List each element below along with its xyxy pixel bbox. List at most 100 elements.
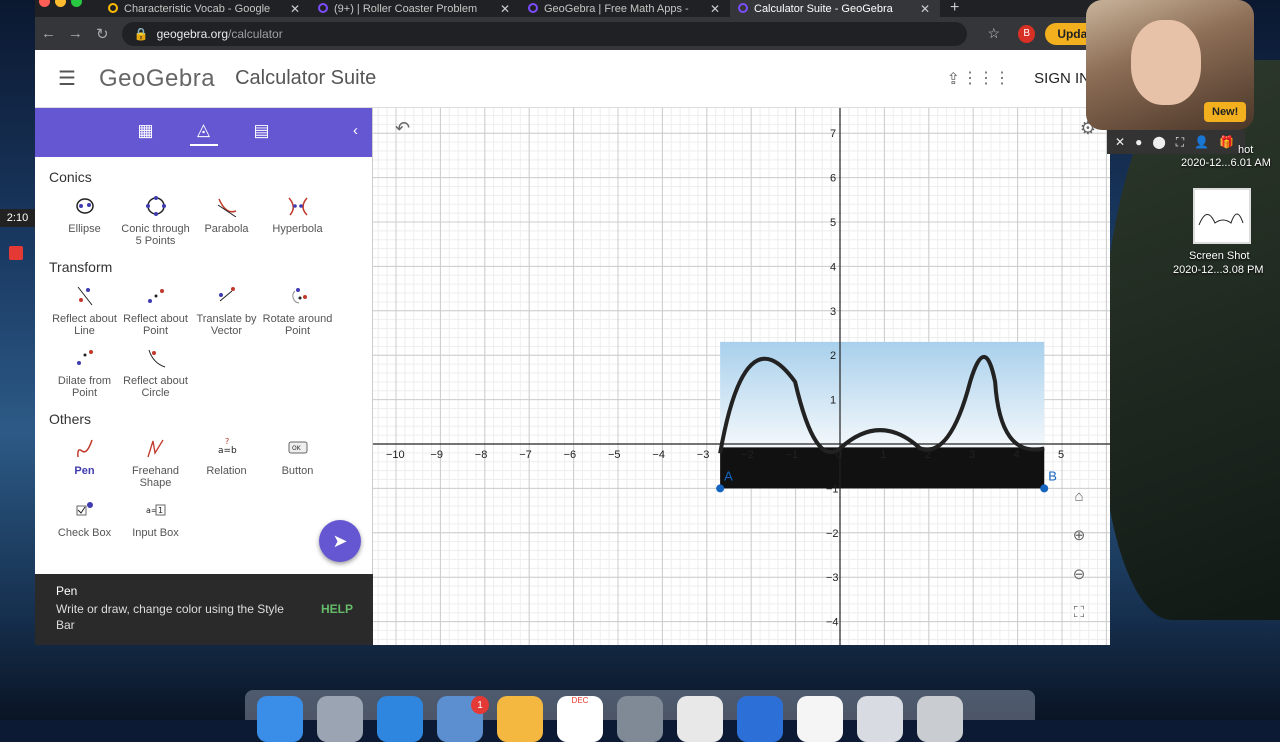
tool-conic-5-points[interactable]: Conic through 5 Points [120, 195, 191, 247]
tool-check-box[interactable]: Check Box [49, 499, 120, 539]
fit-app-icon[interactable] [737, 696, 783, 742]
finder-icon[interactable] [257, 696, 303, 742]
relation-icon: a=b? [218, 437, 237, 456]
tool-relation[interactable]: a=b? Relation [191, 437, 262, 489]
y-tick-label: 4 [830, 261, 836, 273]
x-tick-label: −7 [519, 449, 532, 461]
tool-button[interactable]: OK Button [262, 437, 333, 489]
tool-freehand-shape[interactable]: Freehand Shape [120, 437, 191, 489]
browser-tab[interactable]: GeoGebra | Free Math Apps - ✕ [520, 0, 730, 17]
browser-tab[interactable]: Characteristic Vocab - Google ✕ [100, 0, 310, 17]
dot-icon[interactable]: ● [1135, 135, 1142, 149]
input-box-icon: a= 1 [146, 504, 165, 516]
share-icon[interactable]: ⇪ [947, 69, 960, 89]
tab-title: Calculator Suite - GeoGebra [754, 2, 893, 15]
graph-canvas[interactable]: −10 −9 −8 −7 −6 −5 −4 −3 −2 −1 0 1 2 3 4 57654321−1−2−3… [373, 108, 1110, 645]
bookmark-star-icon[interactable]: ☆ [987, 25, 1000, 42]
minimize-window-icon[interactable] [55, 0, 66, 7]
tool-input-box[interactable]: a= 1 Input Box [120, 499, 191, 539]
tool-hyperbola[interactable]: Hyperbola [262, 195, 333, 247]
roller-coaster-image[interactable] [718, 341, 1045, 489]
svg-text:?: ? [225, 437, 229, 446]
tab-title: GeoGebra | Free Math Apps - [544, 2, 689, 15]
reload-icon[interactable]: ↻ [89, 25, 116, 43]
point-a[interactable] [716, 484, 725, 493]
documents-icon[interactable] [857, 696, 903, 742]
system-prefs-icon[interactable] [617, 696, 663, 742]
x-tick-label: 2 [925, 449, 931, 461]
screenshot-thumbnail[interactable] [1193, 188, 1251, 244]
tool-label: Conic through 5 Points [121, 223, 190, 247]
app-icon[interactable] [797, 696, 843, 742]
conics-tools: Ellipse Conic through 5 Points Parabola … [35, 185, 372, 247]
point-b[interactable] [1040, 484, 1049, 493]
geogebra-logo[interactable]: GeoGebra [99, 65, 215, 93]
chrome-icon[interactable] [677, 696, 723, 742]
new-tab-icon[interactable]: + [940, 0, 969, 17]
tools-panel: ▦ ◬ ▤ ‹ Conics Ellipse Conic through 5 P… [35, 108, 373, 645]
tools-icon[interactable]: ◬ [189, 120, 218, 146]
move-tool-button[interactable]: ➤ [319, 520, 361, 562]
tool-translate-vector[interactable]: Translate by Vector [191, 285, 262, 337]
expand-icon[interactable]: ⛶ [1176, 135, 1184, 150]
safari-icon[interactable] [377, 696, 423, 742]
profile-avatar[interactable]: B [1018, 24, 1036, 43]
sign-in-button[interactable]: SIGN IN [1034, 70, 1090, 87]
point-a-label: A [724, 468, 733, 483]
apps-grid-icon[interactable]: ⋮⋮⋮ [962, 68, 1010, 88]
tool-dilate-point[interactable]: Dilate from Point [49, 347, 120, 399]
x-tick-label: −6 [564, 449, 577, 461]
tool-label: Dilate from Point [57, 375, 112, 399]
tool-reflect-point[interactable]: Reflect about Point [120, 285, 191, 337]
translate-icon [218, 287, 235, 302]
help-button[interactable]: HELP [321, 602, 353, 616]
parabola-icon [217, 198, 236, 217]
undo-icon[interactable]: ↶ [395, 118, 410, 139]
browser-tab[interactable]: (9+) | Roller Coaster Problem ✕ [310, 0, 520, 17]
browser-tabbar: Characteristic Vocab - Google ✕ (9+) | Ro… [35, 0, 1110, 17]
record-stop-icon[interactable] [9, 246, 23, 260]
tab-title: Characteristic Vocab - Google [124, 2, 271, 15]
button-icon: OK [288, 441, 307, 454]
close-tab-icon[interactable]: ✕ [710, 2, 720, 16]
y-tick-label: 5 [830, 217, 836, 229]
close-icon[interactable]: ✕ [1115, 135, 1125, 149]
table-icon[interactable]: ▤ [248, 121, 276, 145]
macos-dock: DEC [245, 690, 1035, 742]
calculator-icon[interactable]: ▦ [132, 121, 160, 145]
forward-icon[interactable]: → [62, 25, 89, 42]
person-icon[interactable]: 👤 [1194, 135, 1209, 149]
home-icon[interactable]: ⌂ [1068, 488, 1090, 510]
back-icon[interactable]: ← [35, 25, 62, 42]
zoom-out-icon[interactable]: ⊖ [1068, 565, 1090, 587]
tool-pen[interactable]: Pen [49, 437, 120, 489]
photos-icon[interactable] [497, 696, 543, 742]
recording-controls: ✕ ● ⬤ ⛶ 👤 🎁 [1107, 130, 1245, 154]
tool-ellipse[interactable]: Ellipse [49, 195, 120, 247]
browser-tab-active[interactable]: Calculator Suite - GeoGebra ✕ [730, 0, 940, 17]
tool-rotate-point[interactable]: Rotate around Point [262, 285, 333, 337]
collapse-panel-icon[interactable]: ‹ [353, 122, 358, 139]
new-badge[interactable]: New! [1204, 102, 1247, 122]
close-tab-icon[interactable]: ✕ [920, 2, 930, 16]
gift-icon[interactable]: 🎁 [1219, 135, 1234, 149]
menu-icon[interactable]: ☰ [35, 66, 99, 91]
calendar-icon[interactable]: DEC [557, 696, 603, 742]
tool-reflect-circle[interactable]: Reflect about Circle [120, 347, 191, 399]
launchpad-icon[interactable] [317, 696, 363, 742]
y-tick-label: 1 [830, 395, 836, 407]
graphics-view[interactable]: −10 −9 −8 −7 −6 −5 −4 −3 −2 −1 0 1 2 3 4 5 7 6 5 4 3 2 1 −1 −2 −3… [373, 108, 1110, 645]
url-field[interactable]: 🔒 geogebra.org/calculator [121, 21, 968, 46]
close-window-icon[interactable] [39, 0, 50, 7]
zoom-in-icon[interactable]: ⊕ [1068, 526, 1090, 548]
circle-icon[interactable]: ⬤ [1152, 135, 1165, 149]
help-tool-name: Pen [56, 584, 78, 598]
fullscreen-icon[interactable]: ⛶ [1068, 604, 1090, 626]
tool-parabola[interactable]: Parabola [191, 195, 262, 247]
close-tab-icon[interactable]: ✕ [290, 2, 300, 16]
close-tab-icon[interactable]: ✕ [500, 2, 510, 16]
tool-reflect-line[interactable]: Reflect about Line [49, 285, 120, 337]
y-tick-label: 3 [830, 306, 836, 318]
maximize-window-icon[interactable] [71, 0, 82, 7]
trash-icon[interactable] [917, 696, 963, 742]
